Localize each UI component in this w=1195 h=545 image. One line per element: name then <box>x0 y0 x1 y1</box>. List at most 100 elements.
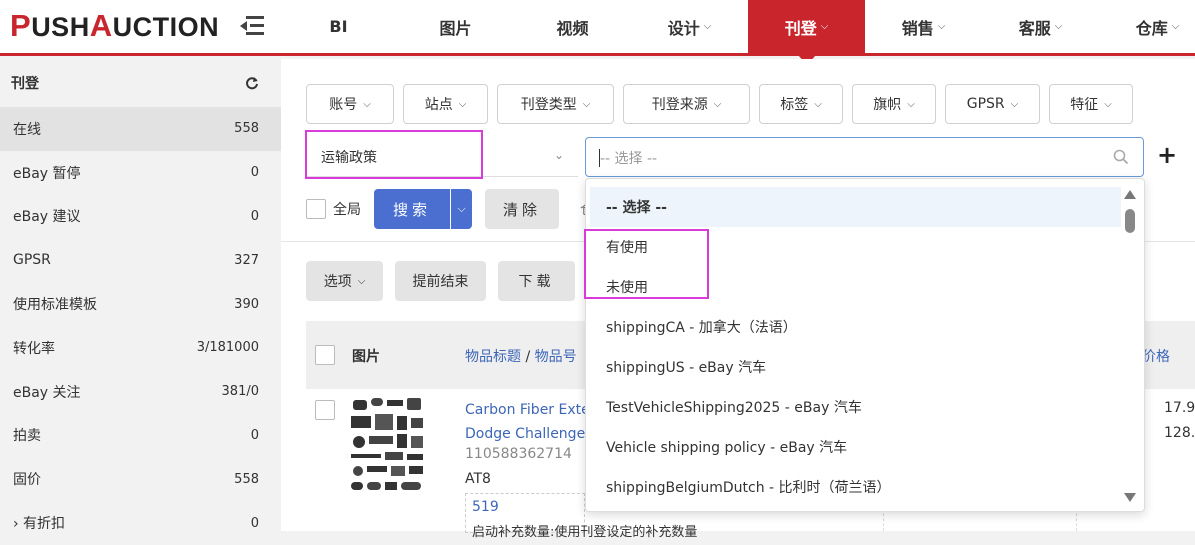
global-checkbox[interactable] <box>306 199 326 219</box>
nav-label: 客服 <box>1018 18 1051 38</box>
item-price-max: 128.90 t <box>1164 425 1195 441</box>
search-button[interactable]: 搜索 <box>374 189 450 229</box>
menu-collapse-icon[interactable] <box>240 14 264 38</box>
add-icon[interactable]: + <box>1157 143 1177 167</box>
download-button[interactable]: 下载 <box>498 261 575 301</box>
nav-bi[interactable]: BI <box>280 0 397 53</box>
sidebar-item-count: 0 <box>250 208 259 224</box>
scroll-up-icon[interactable] <box>1124 190 1136 199</box>
dropdown-option-placeholder[interactable]: -- 选择 -- <box>590 187 1121 227</box>
nav-label: 设计 <box>667 18 700 38</box>
top-bar: PUSHAUCTION BI 图片 视频 设计 ⌵ 刊登 ⌵ 销售 ⌵ 客服 ⌵ 仓库 ⌵ <box>0 0 1195 65</box>
options-button[interactable]: 选项 ⌵ <box>306 261 383 301</box>
dropdown-option[interactable]: Vehicle shipping policy - eBay 汽车 <box>590 427 1121 467</box>
dropdown-scrollbar[interactable] <box>1124 190 1136 502</box>
sidebar-item-standard-template[interactable]: 使用标准模板 390 <box>0 282 281 326</box>
col-separator: / <box>521 349 535 365</box>
sidebar-item-count: 327 <box>234 252 259 268</box>
clear-button[interactable]: 清除 <box>485 189 559 229</box>
sidebar-item-count: 558 <box>234 121 259 137</box>
nav-label: 销售 <box>901 18 934 38</box>
policy-search-input[interactable]: -- 选择 -- <box>585 137 1144 177</box>
chevron-down-icon: ⌵ <box>814 98 822 110</box>
nav-label: BI <box>329 17 348 36</box>
chevron-down-icon: ⌵ <box>937 21 946 32</box>
scroll-thumb[interactable] <box>1125 209 1135 233</box>
filter-site[interactable]: 站点 ⌵ <box>403 84 488 124</box>
filter-account[interactable]: 账号 ⌵ <box>306 84 394 124</box>
nav-service[interactable]: 客服 ⌵ <box>982 0 1099 53</box>
chevron-down-icon: ⌵ <box>357 275 366 287</box>
sidebar-item-ebay-suggest[interactable]: eBay 建议 0 <box>0 195 281 239</box>
sidebar-item-count: 0 <box>250 165 259 181</box>
nav-sales[interactable]: 销售 ⌵ <box>865 0 982 53</box>
chevron-down-icon: ⌵ <box>907 98 915 110</box>
dropdown-option[interactable]: shippingUS - eBay 汽车 <box>590 347 1121 387</box>
nav-listing[interactable]: 刊登 ⌵ <box>748 0 865 65</box>
filter-feature[interactable]: 特征 ⌵ <box>1049 84 1133 124</box>
sidebar-item-label: eBay 建议 <box>13 209 81 226</box>
col-item-number[interactable]: 物品号 <box>535 349 577 365</box>
item-price-min: 17.99 to <box>1164 400 1195 416</box>
filter-listing-type[interactable]: 刊登类型 ⌵ <box>497 84 614 124</box>
sidebar-item-online[interactable]: 在线 558 <box>0 107 281 151</box>
col-title[interactable]: 物品标题 <box>465 349 521 365</box>
end-early-button[interactable]: 提前结束 <box>395 261 486 301</box>
logo[interactable]: PUSHAUCTION <box>10 8 219 44</box>
chevron-down-icon: ⌵ <box>458 98 467 110</box>
chevron-down-icon: ⌵ <box>1010 98 1019 110</box>
dropdown-option[interactable]: TestVehicleShipping2025 - eBay 汽车 <box>590 387 1121 427</box>
search-dropdown-button[interactable]: ⌵ <box>451 189 472 229</box>
product-thumbnail[interactable] <box>349 396 427 496</box>
filter-flag[interactable]: 旗帜 ⌵ <box>852 84 936 124</box>
dropdown-option[interactable]: shippingCA - 加拿大（法语） <box>590 307 1121 347</box>
logo-p: P <box>10 8 32 43</box>
filter-tag[interactable]: 标签 ⌵ <box>759 84 843 124</box>
sidebar-item-count: 381/0 <box>221 384 259 400</box>
scroll-down-icon[interactable] <box>1124 493 1136 502</box>
sidebar-item-count: 390 <box>234 296 259 312</box>
select-all-checkbox[interactable] <box>315 345 335 365</box>
nav-video[interactable]: 视频 <box>514 0 631 53</box>
chevron-down-icon: ⌵ <box>1171 21 1180 32</box>
col-image: 图片 <box>352 349 380 365</box>
item-title[interactable]: Carbon Fiber Exter Dodge Challenger <box>465 398 585 446</box>
sidebar-item-label: eBay 暂停 <box>13 165 81 182</box>
sidebar-item-label: › 有折扣 <box>13 516 66 533</box>
sidebar-item-count: 558 <box>234 471 259 487</box>
logo-a: A <box>89 8 113 43</box>
filter-gpsr[interactable]: GPSR ⌵ <box>945 84 1040 124</box>
sidebar-item-label: 转化率 <box>13 340 55 357</box>
sidebar-item-ebay-paused[interactable]: eBay 暂停 0 <box>0 151 281 195</box>
options-label: 选项 <box>323 274 352 290</box>
col-price[interactable]: 价格 <box>1142 346 1170 366</box>
filter-bar: 账号 ⌵ 站点 ⌵ 刊登类型 ⌵ 刊登来源 ⌵ 标签 ⌵ 旗帜 ⌵ GPSR ⌵ 特征 ⌵ <box>306 84 1133 124</box>
nav-design[interactable]: 设计 ⌵ <box>631 0 748 53</box>
row-checkbox[interactable] <box>315 400 335 420</box>
quantity-box: 519 启动补充数量:使用刊登设定的补充数量 <box>465 493 697 540</box>
filter-label: 刊登类型 <box>520 97 577 113</box>
sidebar-item-conversion[interactable]: 转化率 3/181000 <box>0 326 281 370</box>
global-toggle[interactable]: 全局 <box>306 189 361 229</box>
sidebar-item-count: 3/181000 <box>196 340 259 356</box>
sidebar-item-discount[interactable]: › 有折扣 0 <box>0 501 281 545</box>
nav-images[interactable]: 图片 <box>397 0 514 53</box>
sidebar-item-label: 拍卖 <box>13 428 41 445</box>
sidebar-item-gpsr[interactable]: GPSR 327 <box>0 238 281 282</box>
refresh-icon[interactable] <box>245 76 259 90</box>
sidebar-item-ebay-watch[interactable]: eBay 关注 381/0 <box>0 370 281 414</box>
nav-warehouse[interactable]: 仓库 ⌵ <box>1099 0 1195 53</box>
chevron-down-icon: ⌵ <box>820 21 829 32</box>
sidebar-item-auction[interactable]: 拍卖 0 <box>0 414 281 458</box>
filter-label: GPSR <box>966 96 1005 112</box>
item-quantity[interactable]: 519 <box>472 499 499 515</box>
chevron-down-icon: ⌵ <box>703 21 712 32</box>
filter-label: 标签 <box>780 97 809 113</box>
filter-label: 特征 <box>1070 97 1099 113</box>
chevron-down-icon: ⌵ <box>363 98 371 110</box>
filter-listing-source[interactable]: 刊登来源 ⌵ <box>623 84 750 124</box>
dropdown-option[interactable]: shippingBelgiumDutch - 比利时（荷兰语） <box>590 467 1121 507</box>
main-nav: BI 图片 视频 设计 ⌵ 刊登 ⌵ 销售 ⌵ 客服 ⌵ 仓库 ⌵ <box>280 0 1195 65</box>
sidebar-item-fixed-price[interactable]: 固价 558 <box>0 457 281 501</box>
nav-label: 仓库 <box>1135 18 1168 38</box>
